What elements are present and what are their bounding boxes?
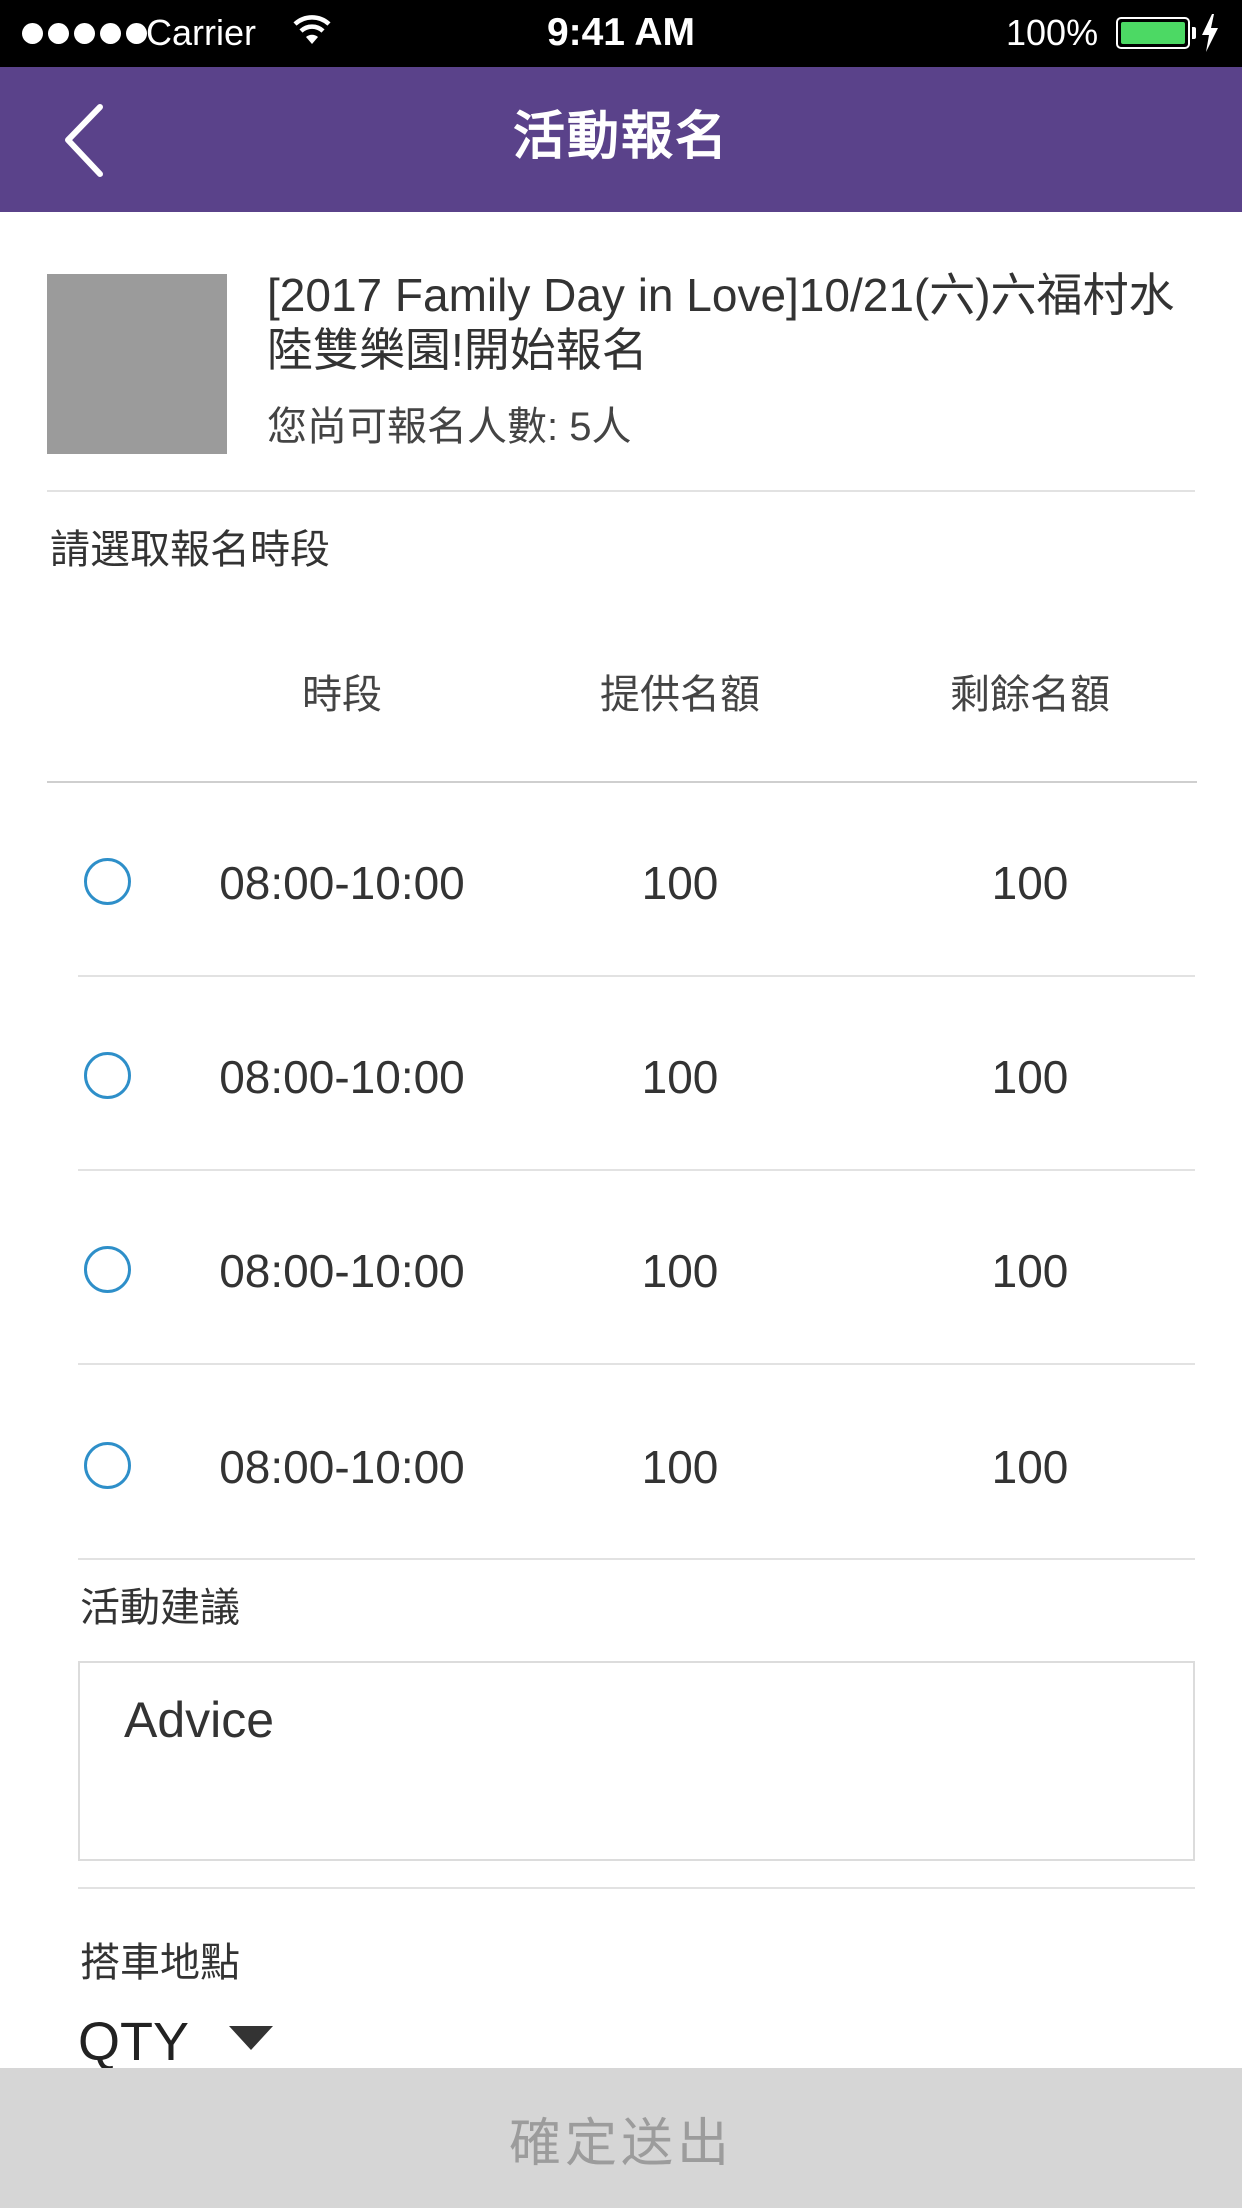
navigation-bar: 活動報名 bbox=[0, 67, 1242, 212]
slot-row[interactable]: 08:00-10:00 100 100 bbox=[47, 1171, 1195, 1361]
quota-info: 您尚可報名人數: 5人 bbox=[267, 402, 631, 452]
column-header-time: 時段 bbox=[302, 673, 382, 717]
slot-time: 08:00-10:00 bbox=[219, 1051, 465, 1103]
battery-icon bbox=[1116, 17, 1190, 49]
column-header-offered: 提供名額 bbox=[600, 673, 760, 717]
battery-percentage: 100% bbox=[1006, 12, 1099, 53]
slot-remaining: 100 bbox=[991, 1051, 1069, 1103]
row-divider bbox=[78, 1558, 1195, 1560]
slot-time: 08:00-10:00 bbox=[219, 1245, 465, 1297]
slot-row[interactable]: 08:00-10:00 100 100 bbox=[47, 977, 1195, 1167]
slot-time: 08:00-10:00 bbox=[219, 1441, 465, 1493]
divider bbox=[47, 490, 1195, 492]
quota-label: 您尚可報名人數: bbox=[267, 405, 570, 449]
slot-offered: 100 bbox=[641, 857, 719, 909]
event-thumbnail bbox=[47, 274, 227, 454]
slot-section-label: 請選取報名時段 bbox=[50, 528, 330, 572]
row-divider bbox=[78, 1363, 1195, 1365]
slot-remaining: 100 bbox=[991, 857, 1069, 909]
event-title: [2017 Family Day in Love]10/21(六)六福村水陸雙樂… bbox=[267, 269, 1175, 376]
dropdown-arrow-icon bbox=[229, 2026, 274, 2050]
slot-offered: 100 bbox=[641, 1245, 719, 1297]
advice-label: 活動建議 bbox=[80, 1586, 240, 1630]
quota-value: 5人 bbox=[569, 405, 632, 449]
pickup-location-select[interactable]: QTY bbox=[78, 2008, 274, 2076]
slot-remaining: 100 bbox=[991, 1245, 1069, 1297]
submit-button[interactable]: 確定送出 bbox=[0, 2068, 1242, 2208]
charging-icon bbox=[1200, 14, 1220, 57]
slot-row[interactable]: 08:00-10:00 100 100 bbox=[47, 783, 1195, 973]
advice-textarea[interactable] bbox=[78, 1661, 1195, 1861]
pickup-label: 搭車地點 bbox=[80, 1941, 240, 1985]
column-header-remaining: 剩餘名額 bbox=[950, 673, 1110, 717]
slot-offered: 100 bbox=[641, 1441, 719, 1493]
slot-radio[interactable] bbox=[84, 1246, 131, 1293]
slot-radio[interactable] bbox=[84, 1052, 131, 1099]
slot-radio[interactable] bbox=[84, 858, 131, 905]
slot-remaining: 100 bbox=[991, 1441, 1069, 1493]
slot-time: 08:00-10:00 bbox=[219, 857, 465, 909]
divider bbox=[78, 1887, 1195, 1889]
page-title: 活動報名 bbox=[512, 108, 729, 166]
status-bar: Carrier 9:41 AM 100% bbox=[0, 0, 1242, 67]
pickup-selected-value: QTY bbox=[78, 2012, 190, 2072]
slot-row[interactable]: 08:00-10:00 100 100 bbox=[47, 1367, 1195, 1557]
battery-cap bbox=[1192, 27, 1196, 39]
slot-radio[interactable] bbox=[84, 1442, 131, 1489]
slot-offered: 100 bbox=[641, 1051, 719, 1103]
